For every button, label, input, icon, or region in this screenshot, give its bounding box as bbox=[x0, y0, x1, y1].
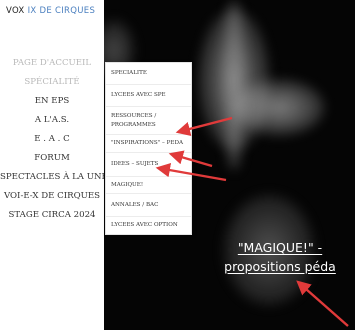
dropdown-item-6[interactable]: Annales / Bac bbox=[106, 194, 191, 217]
dropdown-item-4[interactable]: Idees – Sujets bbox=[106, 153, 191, 177]
dropdown-item-3[interactable]: "Inspirations" – Peda bbox=[106, 135, 191, 153]
main-nav: Page d'accueil Spécialité En EPS A l'A.S. E … bbox=[0, 54, 108, 225]
dropdown-item-7[interactable]: Lycees avec option bbox=[106, 217, 191, 234]
nav-item-5[interactable]: Forum bbox=[0, 149, 104, 168]
nav-item-3[interactable]: A l'A.S. bbox=[0, 111, 104, 130]
nav-item-1[interactable]: Spécialité bbox=[0, 73, 104, 92]
nav-item-8[interactable]: Stage CIRCA 2024 bbox=[0, 206, 104, 225]
dropdown-item-5[interactable]: Magique! bbox=[106, 177, 191, 194]
caption-line-2: propositions péda bbox=[224, 259, 336, 274]
caption-line-1: "MAGIQUE!" - bbox=[237, 240, 323, 255]
nav-item-6[interactable]: Spectacles à la une bbox=[0, 168, 108, 187]
dropdown-item-1[interactable]: Lycees avec SPE bbox=[106, 85, 191, 107]
nav-item-2[interactable]: En EPS bbox=[0, 92, 104, 111]
specialite-dropdown-menu: Specialite Lycees avec SPE Ressources / Pr… bbox=[105, 62, 192, 235]
magique-link[interactable]: "MAGIQUE!" - propositions péda bbox=[205, 238, 355, 276]
logo-x-glyph: X bbox=[18, 6, 25, 16]
dropdown-item-0[interactable]: Specialite bbox=[106, 63, 191, 85]
nav-item-7[interactable]: Voi-E-X de cirques bbox=[0, 187, 104, 206]
logo-text-part2: IX DE CIRQUES bbox=[27, 6, 96, 16]
sidebar: VOX IX DE CIRQUES Page d'accueil Spéciali… bbox=[0, 0, 108, 330]
nav-item-4[interactable]: E . A . C bbox=[0, 130, 104, 149]
site-logo[interactable]: VOX IX DE CIRQUES bbox=[6, 6, 95, 16]
dropdown-item-2[interactable]: Ressources / Programmes bbox=[106, 107, 191, 135]
logo-text-part1: VO bbox=[6, 6, 19, 16]
nav-item-0[interactable]: Page d'accueil bbox=[0, 54, 104, 73]
